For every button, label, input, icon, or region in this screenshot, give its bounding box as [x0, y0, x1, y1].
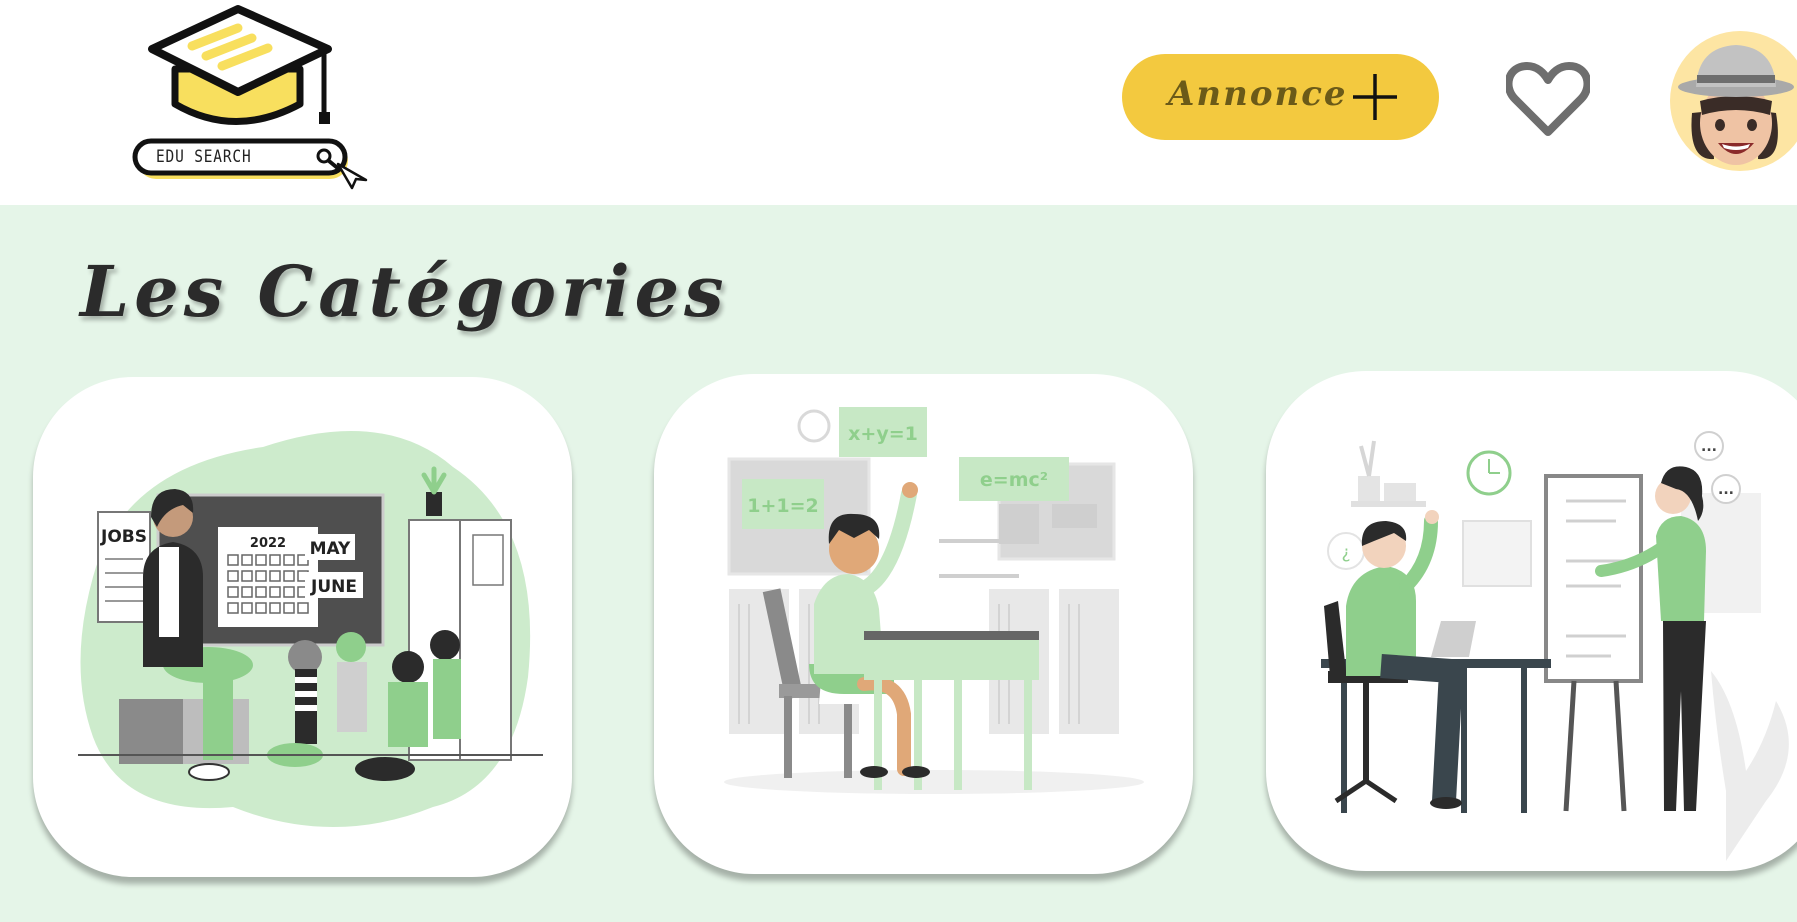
teacher-with-children-illustration: 2022 MAY JUNE JOBS	[78, 431, 543, 827]
calendar-year: 2022	[250, 536, 286, 551]
category-card-teacher[interactable]: 2022 MAY JUNE JOBS	[33, 377, 572, 877]
calendar-month-may: MAY	[310, 539, 351, 559]
speech-bubble-2: ...	[1718, 482, 1734, 498]
student-raising-hand-illustration: x+y=1 1+1=2 e=mc²	[724, 407, 1144, 794]
category-card-presenter[interactable]: ¿ ... ...	[1266, 371, 1797, 871]
annonce-label: Annonce	[1168, 74, 1348, 114]
equation-one-plus-one: 1+1=2	[747, 495, 819, 517]
avatar[interactable]	[1670, 31, 1797, 171]
question-mark-bubble: ¿	[1341, 543, 1350, 563]
equation-x-y: x+y=1	[848, 423, 918, 445]
logo-text: EDU SEARCH	[156, 147, 252, 167]
memoji-avatar	[1678, 45, 1794, 165]
logo[interactable]: EDU SEARCH	[130, 4, 370, 194]
header: EDU SEARCH Annonce	[0, 0, 1797, 205]
presenter-at-whiteboard-illustration: ¿ ... ...	[1321, 431, 1789, 861]
category-card-student[interactable]: x+y=1 1+1=2 e=mc²	[654, 374, 1193, 874]
plus-icon	[1353, 74, 1397, 120]
speech-bubble-1: ...	[1701, 439, 1717, 455]
section-title: Les Catégories	[80, 250, 729, 333]
heart-icon[interactable]	[1506, 60, 1590, 138]
calendar-month-june: JUNE	[310, 577, 357, 597]
jobs-sign: JOBS	[100, 527, 147, 547]
annonce-button[interactable]: Annonce	[1122, 54, 1439, 140]
equation-emc2: e=mc²	[980, 469, 1048, 491]
